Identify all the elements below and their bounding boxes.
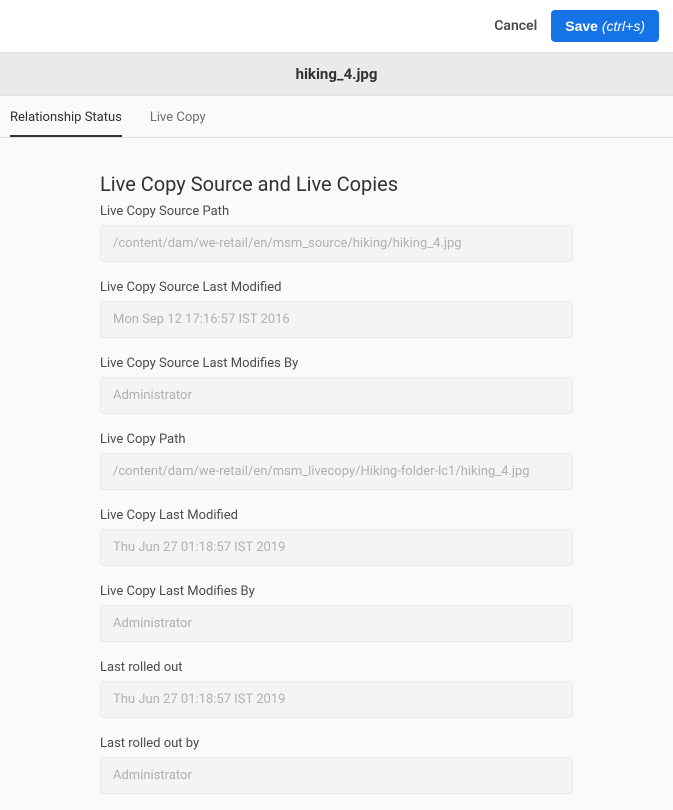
input-copy-last-modified xyxy=(100,529,573,566)
label-source-last-modified: Live Copy Source Last Modified xyxy=(100,280,573,295)
label-last-rolled-out: Last rolled out xyxy=(100,660,573,675)
content-wrapper: Relationship Status Live Copy Live Copy … xyxy=(0,96,673,810)
save-label: Save xyxy=(565,18,598,34)
input-last-rolled-out-by xyxy=(100,757,573,794)
field-last-rolled-out-by: Last rolled out by xyxy=(100,736,573,794)
tabs: Relationship Status Live Copy xyxy=(0,96,673,138)
top-bar: Cancel Save (ctrl+s) xyxy=(0,0,673,52)
page-title: hiking_4.jpg xyxy=(0,52,673,96)
label-source-path: Live Copy Source Path xyxy=(100,204,573,219)
field-copy-path: Live Copy Path xyxy=(100,432,573,490)
field-source-path: Live Copy Source Path xyxy=(100,204,573,262)
label-last-rolled-out-by: Last rolled out by xyxy=(100,736,573,751)
label-source-modified-by: Live Copy Source Last Modifies By xyxy=(100,356,573,371)
field-last-rolled-out: Last rolled out xyxy=(100,660,573,718)
save-shortcut: (ctrl+s) xyxy=(602,18,645,34)
cancel-button[interactable]: Cancel xyxy=(494,18,537,34)
label-copy-modified-by: Live Copy Last Modifies By xyxy=(100,584,573,599)
tab-relationship-status[interactable]: Relationship Status xyxy=(10,110,122,137)
field-source-last-modified: Live Copy Source Last Modified xyxy=(100,280,573,338)
section-heading-source: Live Copy Source and Live Copies xyxy=(100,172,573,196)
field-copy-modified-by: Live Copy Last Modifies By xyxy=(100,584,573,642)
input-source-last-modified xyxy=(100,301,573,338)
input-copy-modified-by xyxy=(100,605,573,642)
input-source-modified-by xyxy=(100,377,573,414)
input-last-rolled-out xyxy=(100,681,573,718)
input-source-path xyxy=(100,225,573,262)
save-button[interactable]: Save (ctrl+s) xyxy=(551,10,659,42)
tab-live-copy[interactable]: Live Copy xyxy=(150,110,206,137)
label-copy-path: Live Copy Path xyxy=(100,432,573,447)
field-copy-last-modified: Live Copy Last Modified xyxy=(100,508,573,566)
input-copy-path xyxy=(100,453,573,490)
main-scroll[interactable]: Relationship Status Live Copy Live Copy … xyxy=(0,96,673,810)
field-source-modified-by: Live Copy Source Last Modifies By xyxy=(100,356,573,414)
form-area: Live Copy Source and Live Copies Live Co… xyxy=(0,138,673,810)
label-copy-last-modified: Live Copy Last Modified xyxy=(100,508,573,523)
